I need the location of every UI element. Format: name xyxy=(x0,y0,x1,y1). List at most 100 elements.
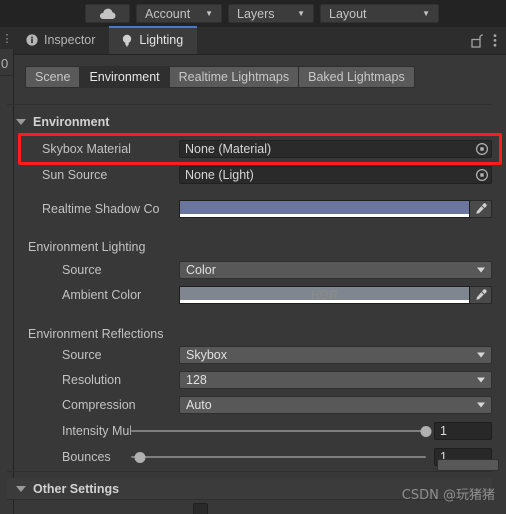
clipped-checkbox[interactable] xyxy=(193,503,208,514)
chevron-down-icon xyxy=(477,402,485,408)
open-padlock-icon[interactable] xyxy=(471,33,484,48)
bounces-slider[interactable] xyxy=(131,450,426,464)
sub-tab-realtime-lightmaps-label: Realtime Lightmaps xyxy=(178,70,290,84)
left-panel-divider xyxy=(0,75,14,76)
layout-dropdown[interactable]: Layout ▼ xyxy=(320,4,439,23)
eyedropper-button[interactable] xyxy=(470,200,492,218)
sub-tab-scene[interactable]: Scene xyxy=(25,66,80,88)
sub-tab-baked-lightmaps-label: Baked Lightmaps xyxy=(308,70,405,84)
row-skybox-material: Skybox Material None (Material) xyxy=(14,139,492,159)
chevron-down-icon xyxy=(477,352,485,358)
skybox-material-object-field[interactable]: None (Material) xyxy=(179,140,492,158)
object-picker-icon[interactable] xyxy=(472,167,491,183)
layout-label: Layout xyxy=(329,6,367,21)
sub-tab-baked-lightmaps[interactable]: Baked Lightmaps xyxy=(298,66,415,88)
vertical-dots-icon[interactable] xyxy=(493,33,497,48)
left-panel-menu-icon[interactable]: ⋮ xyxy=(0,27,14,49)
environment-section-title: Environment xyxy=(33,114,110,129)
row-resolution: Resolution 128 xyxy=(14,370,492,390)
ambient-color-control: HDR xyxy=(179,286,492,304)
top-toolbar: Account ▼ Layers ▼ Layout ▼ xyxy=(0,0,506,27)
ambient-color-label: Ambient Color xyxy=(62,288,142,302)
intensity-multiplier-label: Intensity Multiplier xyxy=(62,424,131,438)
lighting-sub-tabs: Scene Environment Realtime Lightmaps Bak… xyxy=(25,66,415,88)
chevron-down-icon: ▼ xyxy=(205,8,213,18)
compression-dropdown[interactable]: Auto xyxy=(179,396,492,414)
environment-section-top-divider xyxy=(7,104,492,105)
realtime-shadow-color-label: Realtime Shadow Co xyxy=(42,202,160,216)
object-picker-icon[interactable] xyxy=(472,141,491,157)
foldout-triangle-down-icon xyxy=(16,118,26,125)
chevron-down-icon xyxy=(477,377,485,383)
env-lighting-source-label: Source xyxy=(62,263,102,277)
color-alpha-bar xyxy=(180,214,469,217)
env-reflections-source-value: Skybox xyxy=(186,348,227,362)
environment-reflections-caption: Environment Reflections xyxy=(28,324,163,344)
editor-tab-bar: Inspector Lighting xyxy=(14,26,506,55)
tab-lighting[interactable]: Lighting xyxy=(109,26,198,54)
layers-dropdown[interactable]: Layers ▼ xyxy=(228,4,314,23)
sub-tab-realtime-lightmaps[interactable]: Realtime Lightmaps xyxy=(168,66,299,88)
env-lighting-source-dropdown[interactable]: Color xyxy=(179,261,492,279)
sun-source-value: None (Light) xyxy=(185,168,254,182)
left-clipped-panel xyxy=(0,27,14,514)
row-compression: Compression Auto xyxy=(14,395,492,415)
tab-lighting-label: Lighting xyxy=(139,33,184,47)
realtime-shadow-color-swatch[interactable] xyxy=(179,200,470,218)
row-bounces: Bounces 1 xyxy=(14,447,492,467)
environment-lighting-caption: Environment Lighting xyxy=(28,237,145,257)
color-fill xyxy=(180,201,469,214)
eyedropper-icon xyxy=(475,203,487,214)
compression-value: Auto xyxy=(186,398,212,412)
lightbulb-icon xyxy=(123,34,132,46)
env-reflections-source-dropdown[interactable]: Skybox xyxy=(179,346,492,364)
slider-handle[interactable] xyxy=(134,451,146,463)
sub-tab-environment[interactable]: Environment xyxy=(79,66,169,88)
unity-editor-window: Account ▼ Layers ▼ Layout ▼ ⋮ 0 Inspecto… xyxy=(0,0,506,514)
layers-label: Layers xyxy=(237,6,275,21)
account-label: Account xyxy=(145,6,191,21)
env-reflections-source-label: Source xyxy=(62,348,102,362)
sun-source-label: Sun Source xyxy=(42,168,108,182)
sun-source-object-field[interactable]: None (Light) xyxy=(179,166,492,184)
info-icon xyxy=(26,34,38,46)
foldout-triangle-down-icon xyxy=(16,485,26,492)
account-dropdown[interactable]: Account ▼ xyxy=(136,4,222,23)
skybox-material-label: Skybox Material xyxy=(42,142,131,156)
hdr-badge: HDR xyxy=(310,288,339,302)
environment-reflections-caption-label: Environment Reflections xyxy=(28,327,164,341)
sub-tab-scene-label: Scene xyxy=(35,70,71,84)
tab-bar-actions xyxy=(471,26,506,54)
tab-inspector[interactable]: Inspector xyxy=(14,26,109,54)
left-panel-clipped-value: 0 xyxy=(1,55,9,71)
bounces-label: Bounces xyxy=(62,450,111,464)
intensity-multiplier-control: 1 xyxy=(131,422,492,440)
intensity-multiplier-slider[interactable] xyxy=(131,424,432,438)
row-env-reflections-source: Source Skybox xyxy=(14,345,492,365)
skybox-material-value: None (Material) xyxy=(185,142,272,156)
resolution-label: Resolution xyxy=(62,373,122,387)
cloud-icon xyxy=(100,8,116,19)
row-realtime-shadow-color: Realtime Shadow Co xyxy=(14,199,492,219)
environment-lighting-caption-label: Environment Lighting xyxy=(28,240,146,254)
realtime-shadow-color-control xyxy=(179,200,492,218)
sub-tab-environment-label: Environment xyxy=(89,70,160,84)
slider-track xyxy=(131,430,426,432)
slider-handle[interactable] xyxy=(420,425,432,437)
chevron-down-icon xyxy=(477,267,485,273)
intensity-multiplier-field[interactable]: 1 xyxy=(434,422,492,440)
slider-track xyxy=(131,456,426,458)
resolution-value: 128 xyxy=(186,373,207,387)
environment-section-header[interactable]: Environment xyxy=(7,111,492,132)
eyedropper-icon xyxy=(475,289,487,300)
row-ambient-color: Ambient Color HDR xyxy=(14,285,492,305)
cloud-button[interactable] xyxy=(85,4,130,23)
chevron-down-icon: ▼ xyxy=(297,8,305,18)
ambient-color-swatch[interactable]: HDR xyxy=(179,286,470,304)
watermark: CSDN @玩猪猪 xyxy=(401,488,495,503)
row-intensity-multiplier: Intensity Multiplier 1 xyxy=(14,421,492,441)
intensity-multiplier-value: 1 xyxy=(440,424,447,438)
eyedropper-button[interactable] xyxy=(470,286,492,304)
clipped-button[interactable] xyxy=(437,459,499,471)
resolution-dropdown[interactable]: 128 xyxy=(179,371,492,389)
